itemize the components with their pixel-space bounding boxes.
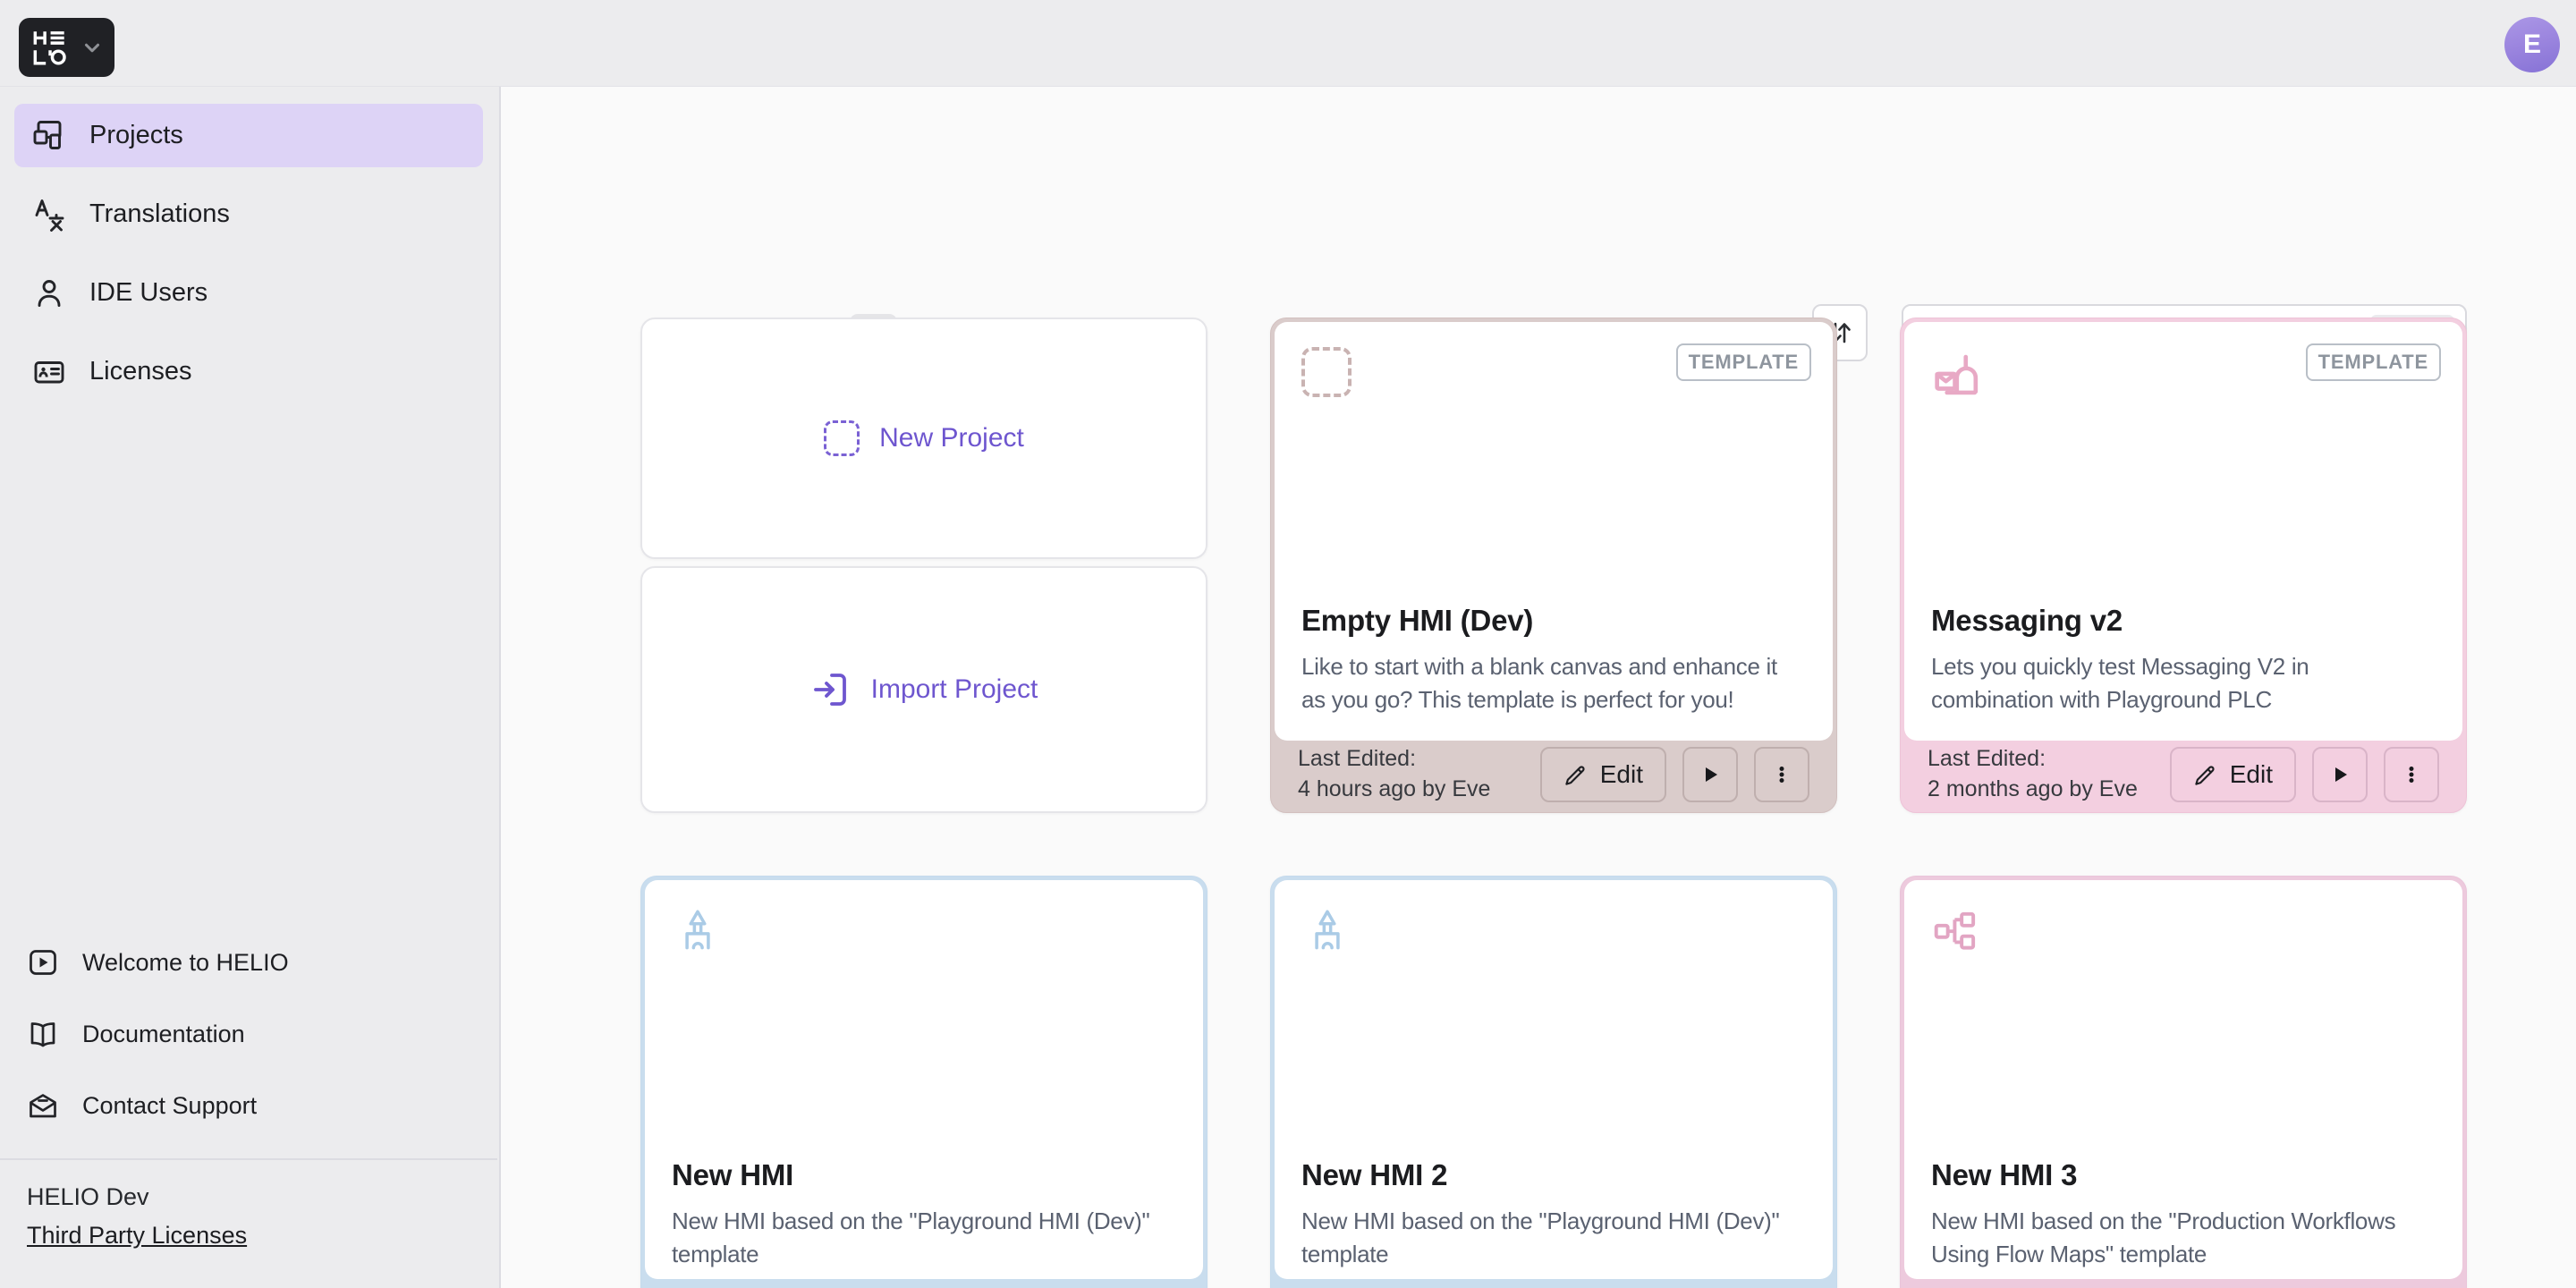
pencil-icon	[2193, 763, 2217, 787]
card-new-hmi[interactable]: New HMI New HMI based on the "Playground…	[640, 876, 1208, 1288]
link-label: Contact Support	[82, 1092, 257, 1120]
sidebar-item-projects[interactable]: Projects	[14, 104, 483, 167]
play-button[interactable]	[2312, 747, 2368, 802]
play-icon	[1699, 763, 1722, 786]
card-title: New HMI 3	[1931, 1158, 2436, 1192]
dashed-square-icon	[824, 420, 860, 456]
import-project-label: Import Project	[871, 674, 1038, 705]
helio-logo-menu-button[interactable]	[19, 18, 114, 77]
new-project-label: New Project	[879, 423, 1024, 453]
card-footer: Last Edited: 2 months ago by Eve Edit	[1904, 741, 2462, 809]
new-project-card[interactable]: New Project	[640, 318, 1208, 559]
edit-button[interactable]: Edit	[2170, 747, 2296, 802]
card-description: Lets you quickly test Messaging V2 in co…	[1931, 650, 2436, 716]
card-body: New HMI 2 New HMI based on the "Playgrou…	[1275, 880, 1833, 1279]
card-body: New HMI 3 New HMI based on the "Producti…	[1904, 880, 2462, 1279]
last-edited-label: Last Edited:	[1298, 744, 1490, 775]
link-label: Documentation	[82, 1021, 245, 1048]
projects-icon	[32, 119, 66, 153]
book-icon	[27, 1018, 59, 1050]
dashed-square-icon	[1301, 347, 1352, 397]
sidebar-item-translations[interactable]: Translations	[14, 182, 483, 246]
card-footer: Last Edited: 4 hours ago by Eve Edit	[1275, 741, 1833, 809]
card-actions: Edit	[2170, 747, 2439, 802]
card-title: New HMI 2	[1301, 1158, 1806, 1192]
last-edited-label: Last Edited:	[1928, 744, 2138, 775]
envelope-icon	[27, 1089, 59, 1122]
last-edited-value: 2 months ago by Eve	[1928, 775, 2138, 805]
id-card-icon	[32, 355, 66, 389]
sidebar-item-label: IDE Users	[89, 278, 208, 308]
sidebar-nav: Projects Translations	[0, 87, 499, 403]
sidebar-links: Welcome to HELIO Documentation	[0, 927, 497, 1141]
edit-label: Edit	[2230, 760, 2273, 789]
template-badge: TEMPLATE	[1676, 343, 1811, 381]
import-project-card[interactable]: Import Project	[640, 566, 1208, 813]
sidebar-item-label: Projects	[89, 121, 183, 150]
play-icon	[2328, 763, 2351, 786]
sidebar-item-label: Translations	[89, 199, 230, 229]
chevron-down-icon	[80, 36, 104, 59]
last-edited: Last Edited: 2 months ago by Eve	[1928, 744, 2138, 805]
link-label: Welcome to HELIO	[82, 949, 289, 977]
sidebar-item-licenses[interactable]: Licenses	[14, 340, 483, 403]
user-avatar[interactable]: E	[2504, 17, 2560, 72]
card-empty-hmi-dev[interactable]: TEMPLATE Empty HMI (Dev) Like to start w…	[1270, 318, 1837, 813]
template-badge: TEMPLATE	[2306, 343, 2441, 381]
documentation-link[interactable]: Documentation	[0, 998, 497, 1070]
playground-castle-icon	[672, 905, 1176, 957]
kebab-menu-icon	[2400, 763, 2423, 786]
card-new-hmi-3[interactable]: New HMI 3 New HMI based on the "Producti…	[1900, 876, 2467, 1288]
card-title: Messaging v2	[1931, 604, 2436, 638]
app-version-label: HELIO Dev	[27, 1183, 470, 1211]
action-cards-column: New Project Import Project	[640, 318, 1208, 813]
playground-castle-icon	[1301, 905, 1806, 957]
pencil-icon	[1563, 763, 1588, 787]
contact-support-link[interactable]: Contact Support	[0, 1070, 497, 1141]
kebab-menu-icon	[1770, 763, 1793, 786]
card-body: TEMPLATE Empty HMI (Dev) Like to start w…	[1275, 322, 1833, 741]
translations-icon	[32, 198, 66, 232]
last-edited: Last Edited: 4 hours ago by Eve	[1298, 744, 1490, 805]
card-body: TEMPLATE Messaging v2 Lets you quickly t…	[1904, 322, 2462, 741]
import-icon	[810, 669, 852, 710]
helio-logo-icon	[31, 28, 68, 67]
card-description: New HMI based on the "Playground HMI (De…	[1301, 1205, 1806, 1270]
card-description: New HMI based on the "Production Workflo…	[1931, 1205, 2436, 1270]
user-icon	[32, 276, 66, 310]
card-body: New HMI New HMI based on the "Playground…	[645, 880, 1203, 1279]
sidebar-footer: HELIO Dev Third Party Licenses	[0, 1158, 497, 1288]
last-edited-value: 4 hours ago by Eve	[1298, 775, 1490, 805]
more-options-button[interactable]	[2384, 747, 2439, 802]
card-title: Empty HMI (Dev)	[1301, 604, 1806, 638]
third-party-licenses-link[interactable]: Third Party Licenses	[27, 1222, 247, 1250]
more-options-button[interactable]	[1754, 747, 1809, 802]
card-description: Like to start with a blank canvas and en…	[1301, 650, 1806, 716]
welcome-link[interactable]: Welcome to HELIO	[0, 927, 497, 998]
main-content: All Projects 31 Sorting Press /	[503, 87, 2576, 1288]
card-new-hmi-2[interactable]: New HMI 2 New HMI based on the "Playgrou…	[1270, 876, 1837, 1288]
sidebar-item-label: Licenses	[89, 357, 191, 386]
flow-map-icon	[1931, 905, 2436, 957]
card-messaging-v2[interactable]: TEMPLATE Messaging v2 Lets you quickly t…	[1900, 318, 2467, 813]
play-button[interactable]	[1682, 747, 1738, 802]
card-actions: Edit	[1540, 747, 1809, 802]
topbar: E	[0, 0, 2576, 87]
card-title: New HMI	[672, 1158, 1176, 1192]
app-root: E Projects	[0, 0, 2576, 1288]
projects-grid: New Project Import Project	[640, 318, 2467, 1288]
edit-label: Edit	[1600, 760, 1643, 789]
card-description: New HMI based on the "Playground HMI (De…	[672, 1205, 1176, 1270]
edit-button[interactable]: Edit	[1540, 747, 1666, 802]
video-play-icon	[27, 946, 59, 979]
sidebar: Projects Translations	[0, 87, 501, 1288]
sidebar-item-ide-users[interactable]: IDE Users	[14, 261, 483, 325]
